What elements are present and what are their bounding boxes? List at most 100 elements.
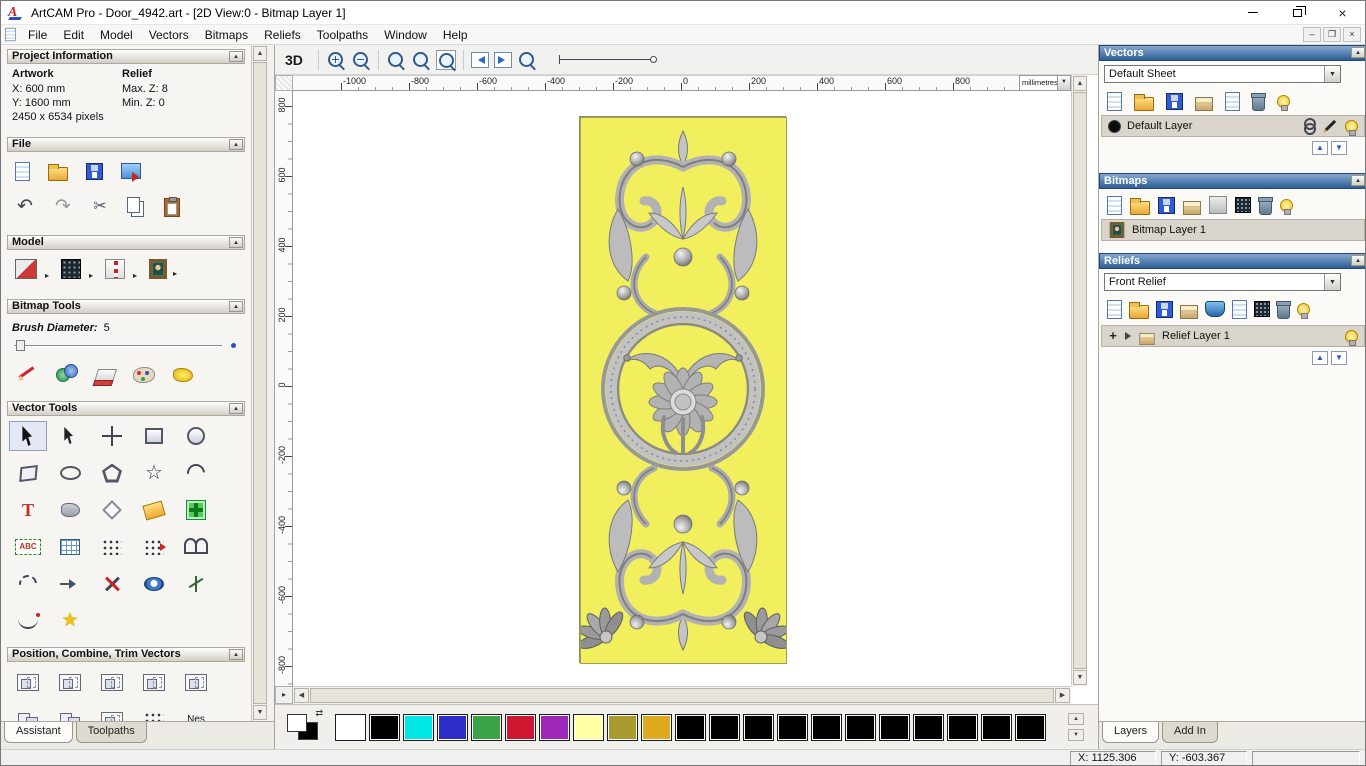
collapse-section-button[interactable]: ▲ bbox=[1351, 47, 1365, 58]
delete-layer-icon[interactable] bbox=[1276, 300, 1291, 319]
envelope-distort-icon[interactable] bbox=[184, 538, 208, 554]
fillet-tool-icon[interactable] bbox=[186, 574, 206, 594]
ruler-corner-button[interactable] bbox=[275, 75, 293, 91]
tab-layers[interactable]: Layers bbox=[1102, 722, 1160, 743]
new-sheet-icon[interactable] bbox=[1225, 91, 1240, 111]
create-star-tool-cell[interactable] bbox=[135, 458, 173, 488]
tab-toolpaths[interactable]: Toolpaths bbox=[75, 722, 147, 743]
create-star-icon[interactable] bbox=[144, 463, 164, 483]
save-layer-icon[interactable] bbox=[1166, 92, 1183, 110]
smooth-relief-icon[interactable] bbox=[1205, 301, 1225, 317]
canvas-horizontal-scrollbar[interactable]: ◀ ▶ bbox=[293, 686, 1071, 704]
toggle-all-visibility-icon[interactable] bbox=[1277, 94, 1290, 111]
calculate-relief-icon[interactable] bbox=[1254, 301, 1270, 317]
save-model-icon[interactable] bbox=[86, 162, 103, 180]
node-editing-tool-cell[interactable] bbox=[51, 421, 89, 451]
scroll-up-button[interactable]: ▲ bbox=[1073, 76, 1087, 91]
menu-help[interactable]: Help bbox=[435, 25, 476, 45]
grid-copy-tool-cell[interactable] bbox=[51, 532, 89, 562]
scroll-down-button[interactable]: ▼ bbox=[253, 705, 267, 720]
open-layer-icon[interactable] bbox=[1134, 93, 1154, 111]
transform-vectors-icon[interactable] bbox=[102, 426, 122, 446]
palette-swatch-8[interactable] bbox=[607, 713, 638, 741]
ungroup-vectors-tool-cell[interactable] bbox=[51, 705, 89, 721]
palette-swatch-18[interactable] bbox=[947, 713, 978, 741]
weld-vectors-tool-cell[interactable] bbox=[93, 705, 131, 721]
scrollbar-thumb[interactable] bbox=[310, 688, 1054, 703]
palette-swatch-19[interactable] bbox=[981, 713, 1012, 741]
expand-layer-icon[interactable] bbox=[1124, 328, 1132, 344]
fit-arcs-tool-cell[interactable] bbox=[9, 569, 47, 599]
palette-swatch-15[interactable] bbox=[845, 713, 876, 741]
align-left-icon[interactable] bbox=[17, 673, 39, 691]
ungroup-vectors-icon[interactable] bbox=[59, 712, 81, 721]
scroll-up-button[interactable]: ▲ bbox=[253, 46, 267, 61]
paint-eraser-icon[interactable] bbox=[93, 368, 118, 382]
text-setup-tool-cell[interactable] bbox=[9, 532, 47, 562]
move-layer-down-button[interactable]: ▼ bbox=[1331, 351, 1347, 365]
nesting-tool-cell[interactable] bbox=[177, 705, 215, 721]
new-layer-icon[interactable] bbox=[1107, 195, 1122, 215]
join-vectors-icon[interactable] bbox=[59, 575, 81, 593]
palette-swatch-3[interactable] bbox=[437, 713, 468, 741]
toggle-all-visibility-icon[interactable] bbox=[1297, 302, 1310, 319]
align-centre-tool-cell[interactable] bbox=[93, 667, 131, 697]
menu-file[interactable]: File bbox=[20, 25, 55, 45]
relief-layer-row[interactable]: Relief Layer 1 bbox=[1101, 325, 1365, 347]
text-setup-icon[interactable] bbox=[15, 539, 41, 555]
palette-swatch-7[interactable] bbox=[573, 713, 604, 741]
subtract-vectors-icon[interactable] bbox=[144, 712, 164, 721]
join-vectors-tool-cell[interactable] bbox=[51, 569, 89, 599]
block-paste-tool-cell[interactable] bbox=[177, 495, 215, 525]
collapse-section-button[interactable]: ▲ bbox=[1351, 255, 1365, 266]
nesting-icon[interactable] bbox=[184, 712, 208, 721]
zoom-object-icon[interactable] bbox=[517, 50, 537, 70]
collapse-section-button[interactable]: ▲ bbox=[229, 649, 243, 660]
subtract-vectors-tool-cell[interactable] bbox=[135, 705, 173, 721]
combine-mode-icon[interactable] bbox=[1235, 197, 1251, 213]
move-layer-up-button[interactable]: ▲ bbox=[1312, 351, 1328, 365]
menu-reliefs[interactable]: Reliefs bbox=[256, 25, 309, 45]
collapse-section-button[interactable]: ▲ bbox=[229, 139, 243, 150]
section-profile-icon[interactable] bbox=[18, 613, 40, 629]
close-button[interactable]: × bbox=[1320, 1, 1365, 24]
import-image-icon[interactable] bbox=[121, 163, 141, 182]
page-left-icon[interactable] bbox=[470, 51, 489, 68]
open-layer-icon[interactable] bbox=[1130, 197, 1150, 215]
merge-visible-layers-icon[interactable] bbox=[1180, 304, 1198, 319]
scroll-down-button[interactable]: ▼ bbox=[1073, 670, 1087, 685]
spin-vectors-icon[interactable] bbox=[144, 577, 164, 591]
zoom-fit-icon[interactable] bbox=[435, 49, 456, 70]
collapse-section-button[interactable]: ▲ bbox=[1351, 175, 1365, 186]
palette-swatch-14[interactable] bbox=[811, 713, 842, 741]
block-copy-icon[interactable] bbox=[102, 539, 122, 555]
paste-along-curve-icon[interactable] bbox=[144, 539, 166, 555]
node-editing-icon[interactable] bbox=[64, 427, 73, 445]
swap-colours-icon[interactable]: ⇄ bbox=[315, 708, 323, 719]
transform-vectors-tool-cell[interactable] bbox=[93, 421, 131, 451]
fillet-tool-tool-cell[interactable] bbox=[177, 569, 215, 599]
grid-copy-icon[interactable] bbox=[60, 539, 80, 555]
paste-icon[interactable] bbox=[164, 196, 180, 217]
page-right-icon[interactable] bbox=[493, 51, 512, 68]
trim-vectors-icon[interactable] bbox=[102, 574, 122, 594]
palette-swatch-20[interactable] bbox=[1015, 713, 1046, 741]
relief-selector[interactable]: Front Relief ▼ bbox=[1104, 273, 1341, 291]
scrollbar-thumb[interactable] bbox=[253, 62, 267, 704]
scrollbar-thumb[interactable] bbox=[1073, 92, 1087, 669]
tab-add-in[interactable]: Add In bbox=[1162, 722, 1218, 743]
zoom-box-icon[interactable] bbox=[386, 50, 406, 70]
create-text-tool-cell[interactable] bbox=[9, 495, 47, 525]
canvas-vertical-scrollbar[interactable]: ▲ ▼ bbox=[1071, 75, 1087, 686]
palette-swatch-11[interactable] bbox=[709, 713, 740, 741]
align-bottom-tool-cell[interactable] bbox=[177, 667, 215, 697]
restore-button[interactable] bbox=[1275, 1, 1320, 24]
zoom-previous-icon[interactable] bbox=[411, 50, 431, 70]
text-on-curve-icon[interactable] bbox=[142, 500, 166, 520]
lock-layer-icon[interactable] bbox=[1303, 117, 1316, 135]
collapse-section-button[interactable]: ▲ bbox=[229, 403, 243, 414]
switch-to-3d-button[interactable]: 3D bbox=[285, 52, 303, 68]
create-arc-icon[interactable] bbox=[183, 460, 209, 486]
mdi-restore-button[interactable]: ❒ bbox=[1323, 27, 1341, 42]
menu-vectors[interactable]: Vectors bbox=[141, 25, 197, 45]
